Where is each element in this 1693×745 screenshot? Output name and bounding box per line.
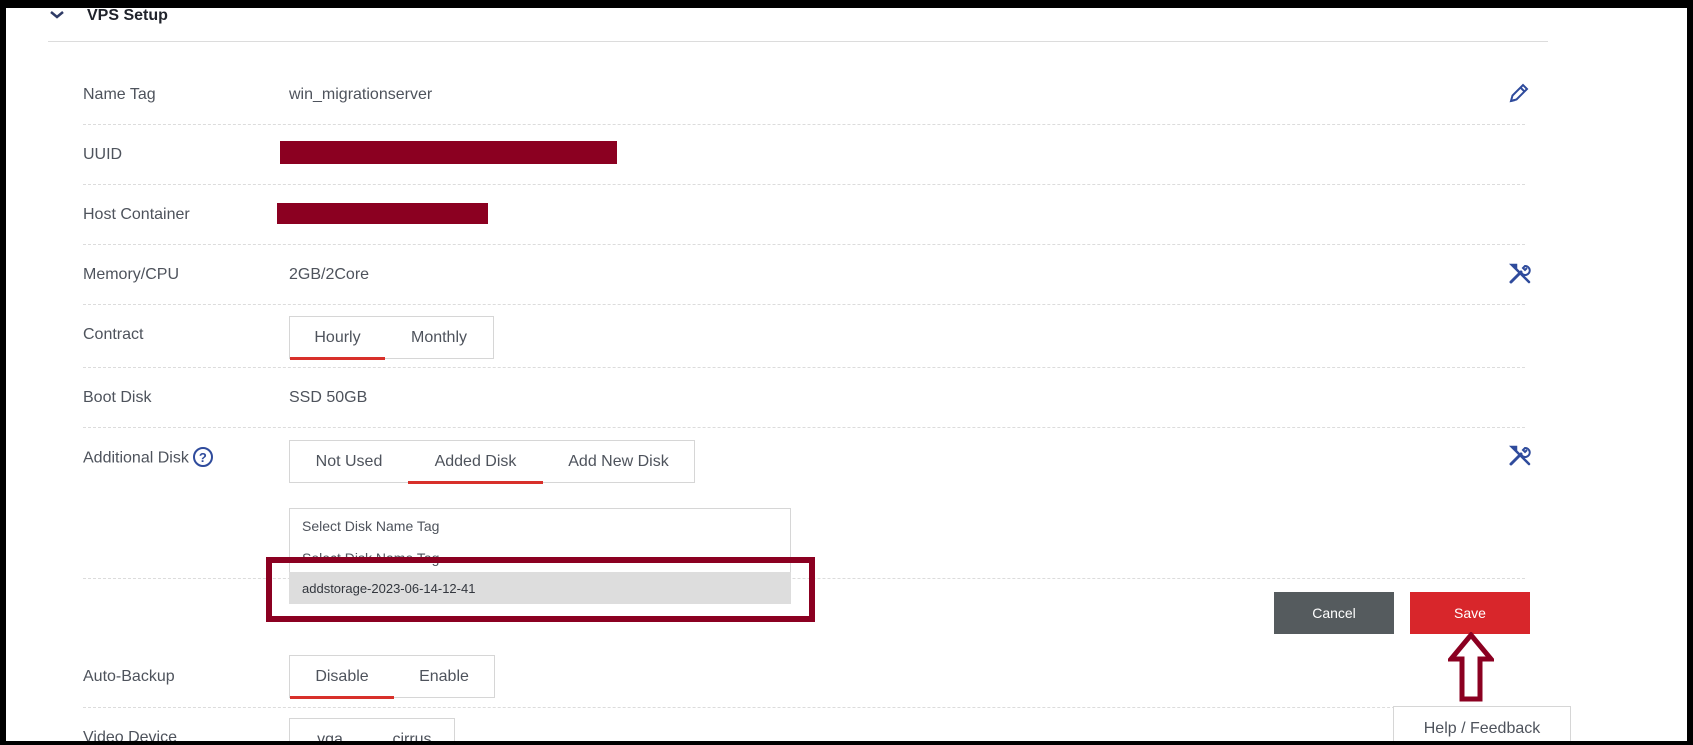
annotation-arrow-icon bbox=[1448, 632, 1494, 702]
memory-cpu-label: Memory/CPU bbox=[83, 266, 180, 283]
section-header[interactable] bbox=[48, 4, 1548, 42]
contract-tabs: Hourly Monthly bbox=[289, 316, 494, 360]
video-device-tabs: vga cirrus bbox=[289, 718, 455, 745]
question-circle-icon[interactable]: ? bbox=[192, 447, 213, 467]
tab-not-used[interactable]: Not Used bbox=[290, 441, 408, 482]
help-feedback-button[interactable]: Help / Feedback bbox=[1393, 706, 1571, 745]
uuid-redaction bbox=[280, 141, 617, 164]
chevron-down-icon[interactable] bbox=[48, 6, 66, 24]
tab-monthly[interactable]: Monthly bbox=[385, 317, 493, 358]
row-divider bbox=[83, 304, 1525, 305]
additional-disk-tabs: Not Used Added Disk Add New Disk bbox=[289, 440, 695, 484]
boot-disk-value: SSD 50GB bbox=[289, 389, 368, 406]
additional-disk-label-text: Additional Disk bbox=[83, 449, 189, 467]
uuid-label: UUID bbox=[83, 146, 123, 163]
section-title: VPS Setup bbox=[87, 7, 168, 24]
row-divider bbox=[83, 124, 1525, 125]
tab-disable[interactable]: Disable bbox=[290, 656, 394, 699]
tab-added-disk[interactable]: Added Disk bbox=[408, 441, 543, 484]
auto-backup-label: Auto-Backup bbox=[83, 668, 175, 685]
additional-disk-label: Additional Disk? bbox=[83, 447, 213, 468]
row-divider bbox=[83, 244, 1525, 245]
pencil-icon[interactable] bbox=[1507, 81, 1531, 105]
memory-cpu-value: 2GB/2Core bbox=[289, 266, 370, 283]
tab-hourly[interactable]: Hourly bbox=[290, 317, 385, 360]
disk-name-select[interactable]: Select Disk Name Tag bbox=[289, 508, 791, 542]
boot-disk-label: Boot Disk bbox=[83, 389, 152, 406]
row-divider bbox=[83, 184, 1525, 185]
row-divider bbox=[83, 707, 1525, 708]
host-container-label: Host Container bbox=[83, 206, 190, 223]
host-container-redaction bbox=[277, 203, 488, 224]
cancel-button[interactable]: Cancel bbox=[1274, 592, 1394, 634]
row-divider bbox=[83, 427, 1525, 428]
dropdown-option-addstorage[interactable]: addstorage-2023-06-14-12-41 bbox=[289, 572, 791, 604]
tab-add-new-disk[interactable]: Add New Disk bbox=[543, 441, 694, 482]
tab-cirrus[interactable]: cirrus bbox=[370, 719, 454, 745]
contract-label: Contract bbox=[83, 326, 144, 343]
tools-icon[interactable] bbox=[1508, 443, 1532, 467]
dropdown-option-placeholder[interactable]: Select Disk Name Tag bbox=[289, 541, 791, 573]
name-tag-value: win_migrationserver bbox=[289, 86, 433, 103]
tools-icon[interactable] bbox=[1508, 261, 1532, 285]
row-divider bbox=[83, 367, 1525, 368]
name-tag-label: Name Tag bbox=[83, 86, 156, 103]
tab-vga[interactable]: vga bbox=[290, 719, 370, 745]
auto-backup-tabs: Disable Enable bbox=[289, 655, 495, 699]
tab-enable[interactable]: Enable bbox=[394, 656, 494, 697]
video-device-label: Video Device bbox=[83, 729, 177, 745]
save-button[interactable]: Save bbox=[1410, 592, 1530, 634]
